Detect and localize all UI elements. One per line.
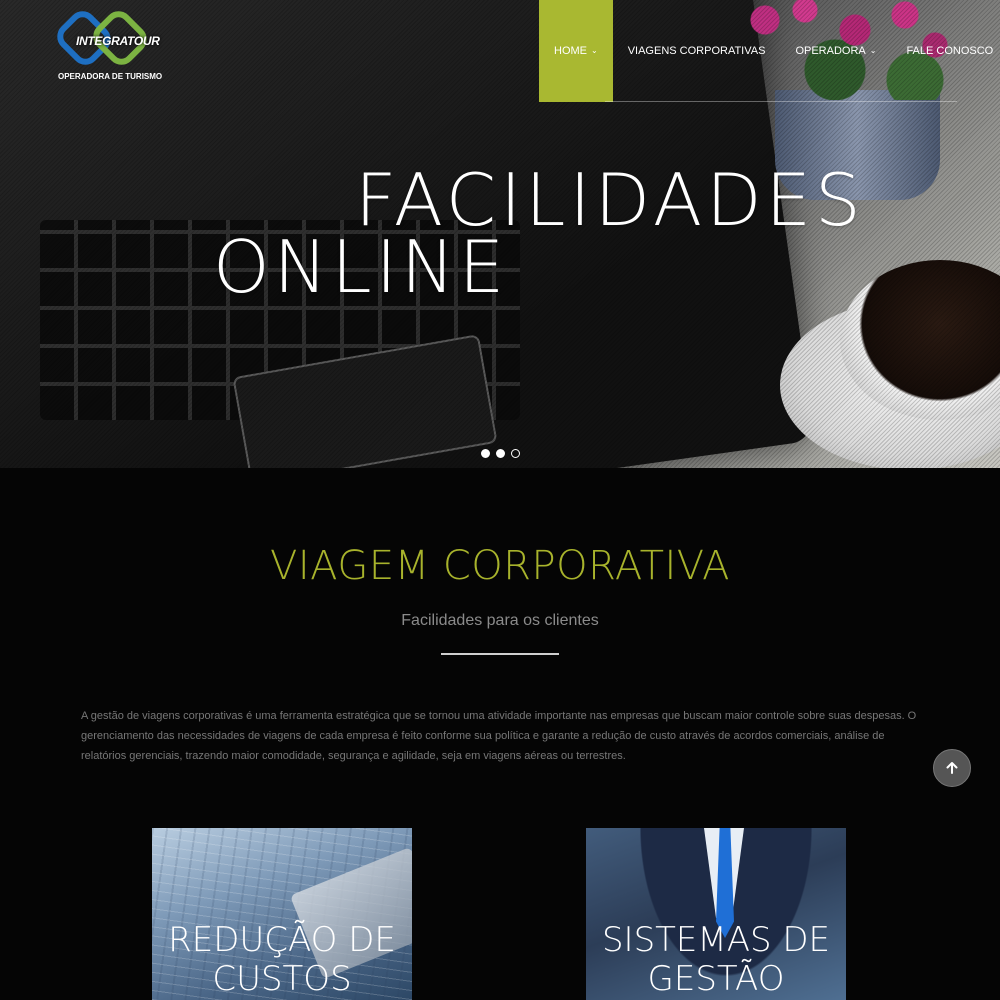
nav-item-operadora[interactable]: OPERADORA ⌄ <box>780 0 891 102</box>
slider-dot-1[interactable] <box>481 449 490 458</box>
card-reducao-de-custos[interactable]: REDUÇÃO DE CUSTOS <box>152 828 412 1000</box>
card-title-line2: CUSTOS <box>212 959 352 1000</box>
hero-slider: INTEGRATOUR OPERADORA DE TURISMO HOME ⌄ … <box>0 0 1000 468</box>
card-title-line1: SISTEMAS DE <box>601 920 831 960</box>
section-title: VIAGEM CORPORATIVA <box>270 543 730 589</box>
nav-divider <box>605 101 957 102</box>
slider-pagination <box>481 449 520 458</box>
chevron-down-icon: ⌄ <box>591 45 598 55</box>
brand-logo[interactable]: INTEGRATOUR OPERADORA DE TURISMO <box>51 5 162 86</box>
slider-dot-3[interactable] <box>511 449 520 458</box>
chevron-down-icon: ⌄ <box>869 45 877 55</box>
nav-item-label: VIAGENS CORPORATIVAS <box>627 45 766 57</box>
slider-dot-2[interactable] <box>496 449 505 458</box>
nav-item-label: HOME <box>554 45 587 57</box>
main-nav: HOME ⌄ VIAGENS CORPORATIVAS OPERADORA ⌄ … <box>539 0 1000 102</box>
section-subtitle: Facilidades para os clientes <box>401 612 599 629</box>
brand-name: INTEGRATOUR <box>76 34 160 48</box>
section-body-text: A gestão de viagens corporativas é uma f… <box>81 710 917 762</box>
brand-tagline: OPERADORA DE TURISMO <box>58 72 163 81</box>
arrow-up-icon <box>946 762 958 774</box>
card-title: SISTEMAS DE GESTÃO <box>586 920 846 1000</box>
nav-item-home[interactable]: HOME ⌄ <box>539 0 613 102</box>
nav-item-label: OPERADORA <box>795 45 866 57</box>
card-sistemas-de-gestao[interactable]: SISTEMAS DE GESTÃO <box>586 828 846 1000</box>
nav-item-fale-conosco[interactable]: FALE CONOSCO <box>891 0 1000 102</box>
section-divider <box>441 653 559 655</box>
scroll-to-top-button[interactable] <box>933 749 971 787</box>
card-title-line2: GESTÃO <box>647 959 785 1000</box>
nav-item-label: FALE CONOSCO <box>906 45 994 57</box>
hero-title-line2: ONLINE <box>213 225 509 309</box>
card-title: REDUÇÃO DE CUSTOS <box>152 920 412 1000</box>
card-title-line1: REDUÇÃO DE <box>168 920 396 960</box>
nav-item-viagens-corporativas[interactable]: VIAGENS CORPORATIVAS <box>613 0 781 102</box>
